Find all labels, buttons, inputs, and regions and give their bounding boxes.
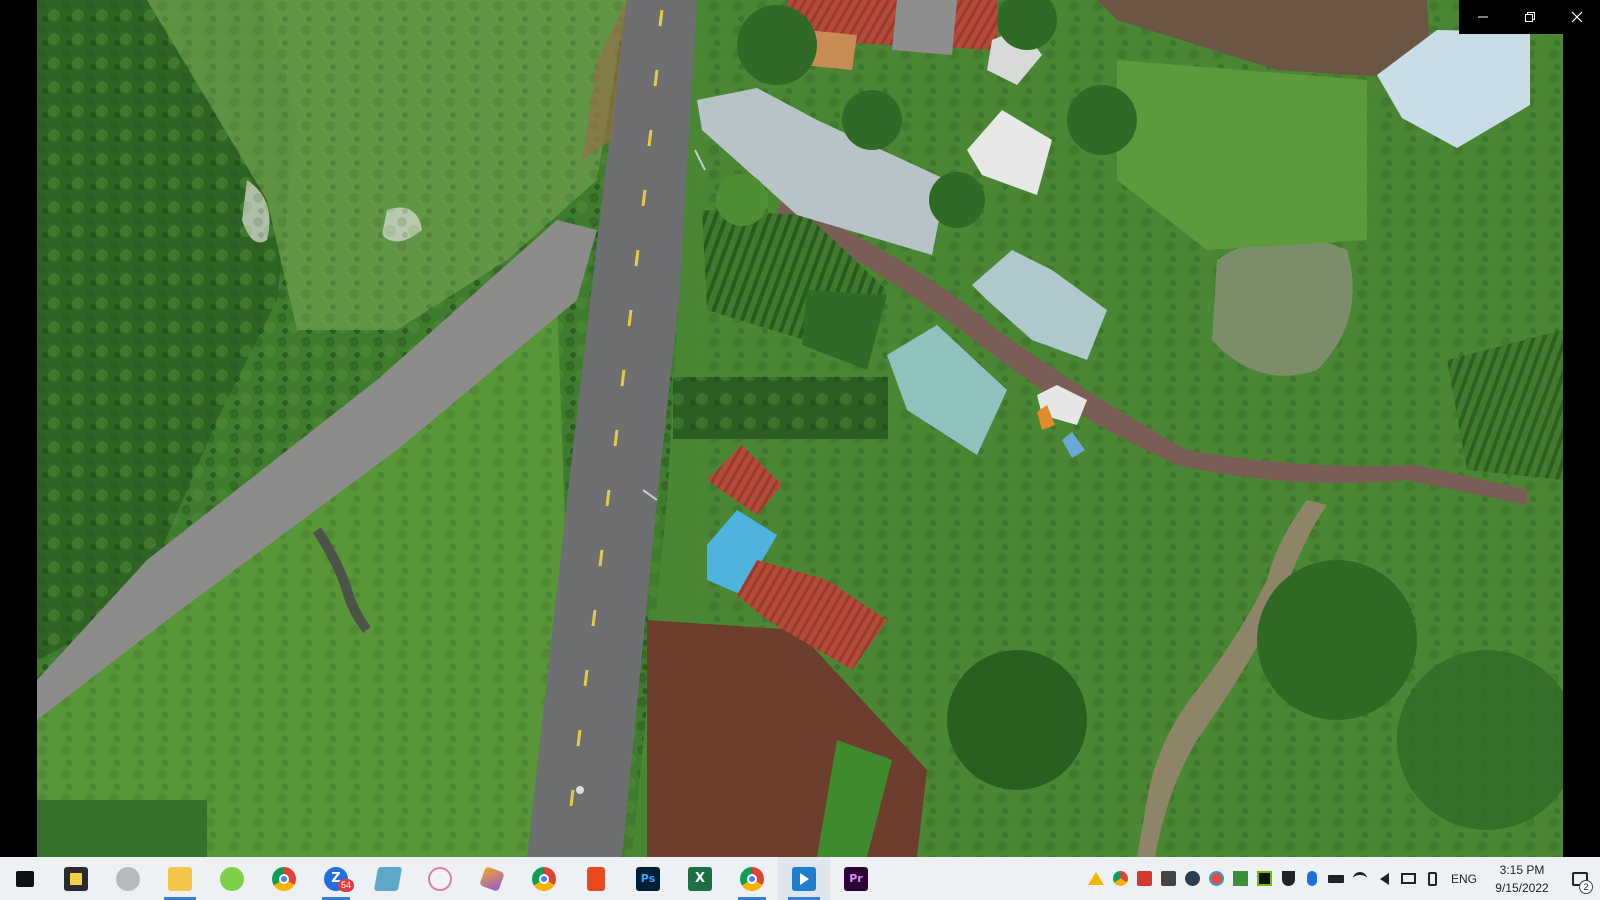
aerial-photo[interactable] (37, 0, 1563, 857)
minimize-icon (1477, 16, 1488, 18)
minimize-button[interactable] (1459, 0, 1506, 34)
close-icon (1571, 11, 1582, 23)
taskbar-app-photoshop[interactable]: Ps (622, 857, 674, 900)
display-icon (1400, 873, 1416, 884)
tray-security[interactable] (1276, 857, 1300, 900)
paint-3d-icon (479, 865, 505, 892)
app-icon (1232, 871, 1248, 886)
tray-app-7[interactable] (1228, 857, 1252, 900)
task-view-icon (16, 870, 34, 887)
clock[interactable]: 3:15 PM 9/15/2022 (1484, 861, 1560, 897)
taskbar: Z 54 Ps X Pr ENG 3:15 PM 9/15/2022 2 (0, 857, 1600, 900)
tray-phone[interactable] (1420, 857, 1444, 900)
folder-icon (168, 866, 192, 891)
taskbar-app-excel[interactable]: X (674, 857, 726, 900)
taskbar-app-zalo[interactable]: Z 54 (310, 857, 362, 900)
excel-icon: X (688, 866, 712, 891)
battery-icon (1328, 874, 1344, 883)
notification-center-button[interactable]: 2 (1560, 857, 1600, 900)
tray-vivaldi[interactable] (1132, 857, 1156, 900)
taskbar-app-paint-3d[interactable] (466, 857, 518, 900)
taskbar-app-office[interactable] (570, 857, 622, 900)
tray-display[interactable] (1396, 857, 1420, 900)
tray-volume[interactable] (1372, 857, 1396, 900)
restore-icon (1524, 12, 1535, 22)
app-icon (116, 866, 140, 891)
tray-battery[interactable] (1324, 857, 1348, 900)
restore-button[interactable] (1506, 0, 1553, 34)
app-icon (1160, 871, 1176, 886)
screen: Z 54 Ps X Pr ENG 3:15 PM 9/15/2022 2 (0, 0, 1600, 900)
office-icon (587, 866, 605, 891)
taskbar-app-file-explorer[interactable] (154, 857, 206, 900)
tray-app-4[interactable] (1156, 857, 1180, 900)
photoshop-icon: Ps (636, 866, 660, 891)
clock-time: 3:15 PM (1499, 862, 1545, 877)
taskbar-app-chrome-3[interactable] (726, 857, 778, 900)
system-tray: ENG 3:15 PM 9/15/2022 2 (1084, 857, 1600, 900)
photo-viewer[interactable] (0, 0, 1600, 857)
app-icon (1208, 871, 1224, 886)
language-indicator[interactable]: ENG (1444, 872, 1484, 886)
phone-icon (1427, 871, 1437, 886)
taskbar-app-5[interactable] (206, 857, 258, 900)
sticky-notes-icon (64, 866, 88, 891)
app-icon (220, 866, 244, 891)
clock-date: 9/15/2022 (1495, 880, 1549, 895)
tray-app-5[interactable] (1180, 857, 1204, 900)
tray-wifi[interactable] (1348, 857, 1372, 900)
taskbar-app-chrome[interactable] (258, 857, 310, 900)
tray-chrome[interactable] (1108, 857, 1132, 900)
tray-google-drive[interactable] (1084, 857, 1108, 900)
taskbar-app-3[interactable] (102, 857, 154, 900)
close-button[interactable] (1553, 0, 1600, 34)
tray-bluetooth[interactable] (1300, 857, 1324, 900)
paint-icon (428, 866, 452, 891)
tray-app-6[interactable] (1204, 857, 1228, 900)
bluetooth-icon (1307, 871, 1317, 886)
photos-icon (792, 866, 816, 891)
shield-icon (1281, 871, 1295, 886)
zalo-badge: 54 (337, 879, 354, 892)
chrome-icon (272, 866, 296, 891)
taskbar-app-paint[interactable] (414, 857, 466, 900)
app-icon (373, 866, 403, 891)
nvidia-icon (1256, 871, 1272, 886)
taskbar-app-sticky-notes[interactable] (50, 857, 102, 900)
premiere-icon: Pr (844, 866, 868, 891)
chrome-icon (740, 866, 764, 891)
taskbar-app-photos[interactable] (778, 857, 830, 900)
volume-icon (1379, 872, 1389, 885)
taskbar-app-premiere[interactable]: Pr (830, 857, 882, 900)
window-caption-buttons (1459, 0, 1600, 34)
app-icon (1184, 871, 1200, 886)
chrome-icon (532, 866, 556, 891)
taskbar-app-8[interactable] (362, 857, 414, 900)
wifi-icon (1353, 871, 1367, 886)
google-drive-icon (1088, 872, 1104, 885)
notification-count: 2 (1579, 880, 1593, 894)
chrome-icon (1112, 871, 1128, 886)
task-view-button[interactable] (0, 857, 50, 900)
tray-nvidia[interactable] (1252, 857, 1276, 900)
taskbar-app-chrome-2[interactable] (518, 857, 570, 900)
v-app-icon (1136, 871, 1152, 886)
